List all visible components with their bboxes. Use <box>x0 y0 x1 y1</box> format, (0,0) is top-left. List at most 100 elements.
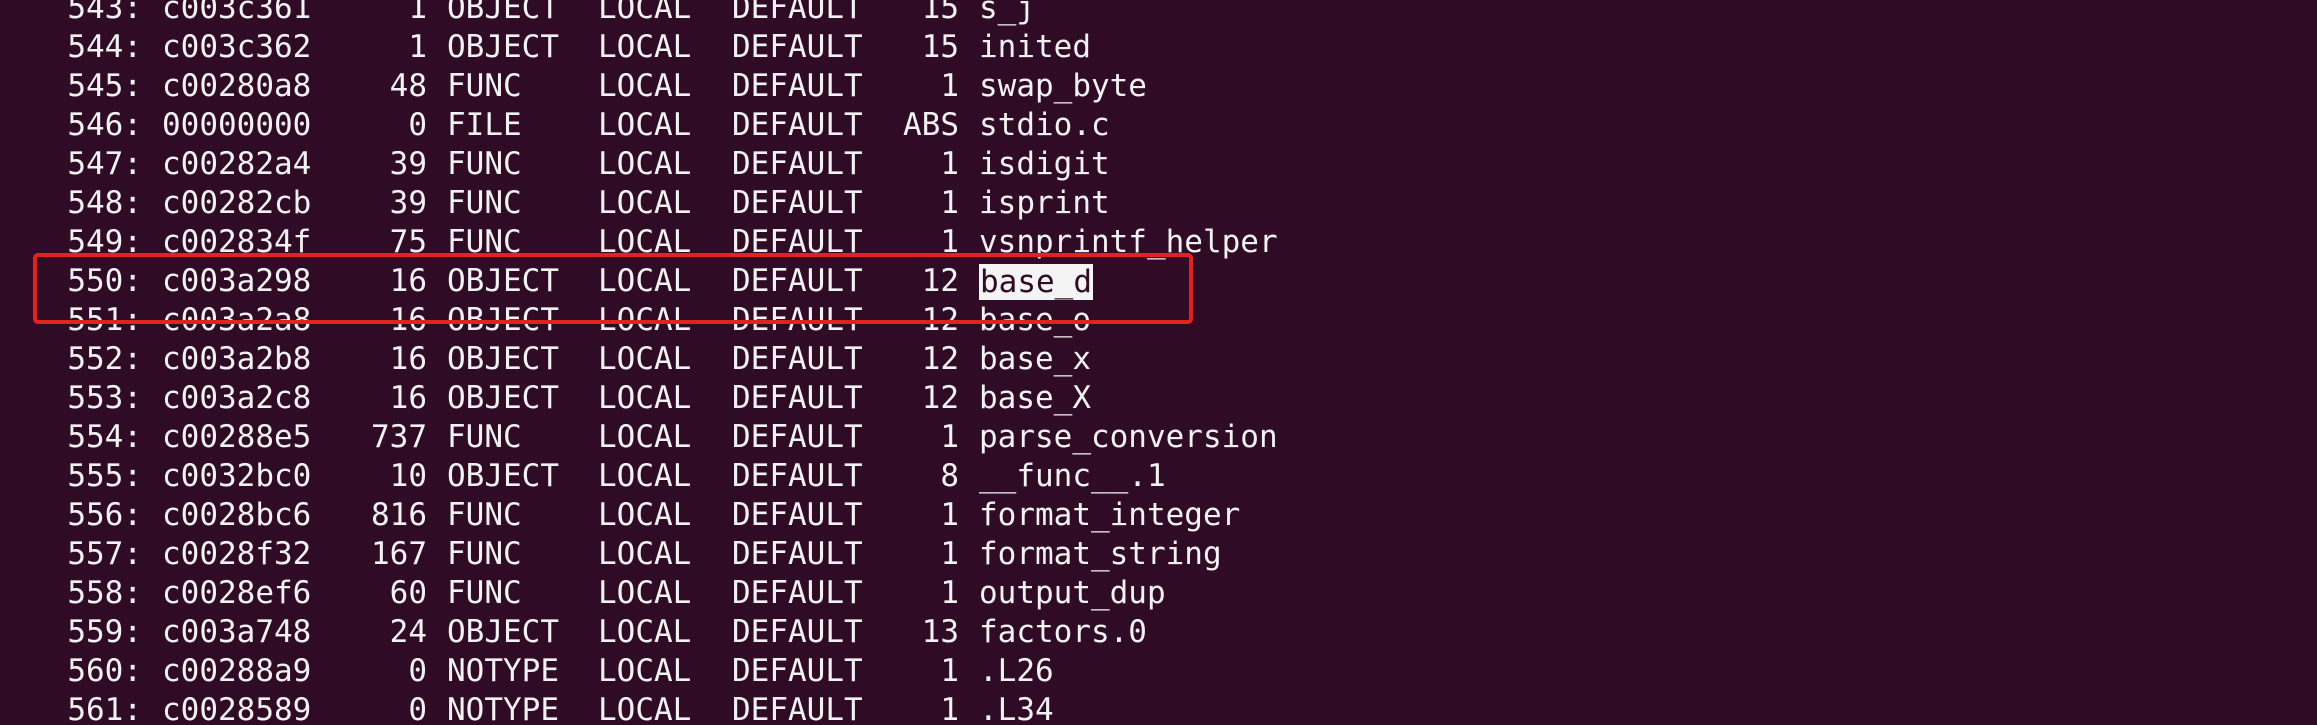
symbol-visibility: DEFAULT <box>732 68 863 104</box>
symbol-size: 1 <box>408 29 427 65</box>
symbol-section-index: 1 <box>940 692 959 725</box>
symbol-type: FUNC <box>447 224 522 260</box>
symbol-section-index: ABS <box>903 107 959 143</box>
symbol-name[interactable]: format_string <box>979 535 1222 574</box>
symbol-bind: LOCAL <box>598 263 692 299</box>
terminal-window[interactable]: 543: c003c361 1 OBJECT LOCAL DEFAULT 15 s_j 544:… <box>0 0 2317 725</box>
symbol-value: c00282a4 <box>162 146 312 182</box>
symbol-index: 556: <box>67 497 142 533</box>
symbol-section-index: 1 <box>940 68 959 104</box>
symbol-index: 558: <box>67 575 142 611</box>
symbol-type: OBJECT <box>447 614 559 650</box>
symbol-section-index: 15 <box>921 29 959 65</box>
selected-symbol-name[interactable]: base_d <box>979 264 1093 300</box>
symbol-visibility: DEFAULT <box>732 29 863 65</box>
symbol-name[interactable]: stdio.c <box>979 106 1110 145</box>
symbol-value: c003c361 <box>162 0 312 26</box>
symbol-type: FUNC <box>447 536 522 572</box>
symbol-value: c00282cb <box>162 185 312 221</box>
symbol-name[interactable]: inited <box>979 28 1091 67</box>
symbol-name[interactable]: isdigit <box>979 145 1110 184</box>
symbol-visibility: DEFAULT <box>732 263 863 299</box>
symbol-visibility: DEFAULT <box>732 185 863 221</box>
symbol-size: 1 <box>408 0 427 26</box>
symbol-bind: LOCAL <box>598 302 692 338</box>
symbol-name[interactable]: output_dup <box>979 574 1166 613</box>
symbol-visibility: DEFAULT <box>732 614 863 650</box>
symbol-section-index: 12 <box>921 302 959 338</box>
symbol-section-index: 1 <box>940 146 959 182</box>
symbol-bind: LOCAL <box>598 29 692 65</box>
symbol-index: 557: <box>67 536 142 572</box>
symbol-size: 75 <box>389 224 427 260</box>
symbol-name[interactable]: .L34 <box>979 691 1054 725</box>
symbol-name[interactable]: vsnprintf_helper <box>979 223 1278 262</box>
symbol-visibility: DEFAULT <box>732 0 863 26</box>
symbol-size: 10 <box>389 458 427 494</box>
symbol-name[interactable]: parse_conversion <box>979 418 1278 457</box>
symbol-section-index: 1 <box>940 419 959 455</box>
symbol-type: FUNC <box>447 497 522 533</box>
symbol-type: OBJECT <box>447 0 559 26</box>
symbol-size: 816 <box>371 497 427 533</box>
symbol-bind: LOCAL <box>598 341 692 377</box>
symbol-size: 16 <box>389 341 427 377</box>
symbol-name[interactable]: isprint <box>979 184 1110 223</box>
symbol-bind: LOCAL <box>598 692 692 725</box>
symbol-index: 553: <box>67 380 142 416</box>
symbol-bind: LOCAL <box>598 653 692 689</box>
symbol-value: c0028bc6 <box>162 497 312 533</box>
symbol-value: c003a2a8 <box>162 302 312 338</box>
symbol-index: 550: <box>67 263 142 299</box>
symbol-bind: LOCAL <box>598 419 692 455</box>
symbol-type: FUNC <box>447 419 522 455</box>
symbol-bind: LOCAL <box>598 0 692 26</box>
symbol-bind: LOCAL <box>598 146 692 182</box>
symbol-index: 560: <box>67 653 142 689</box>
symbol-size: 16 <box>389 380 427 416</box>
symbol-name[interactable]: format_integer <box>979 496 1240 535</box>
symbol-value: c00288e5 <box>162 419 312 455</box>
symbol-size: 0 <box>408 107 427 143</box>
symbol-section-index: 12 <box>921 263 959 299</box>
symbol-bind: LOCAL <box>598 458 692 494</box>
symbol-name[interactable]: base_o <box>979 301 1091 340</box>
symbol-type: NOTYPE <box>447 653 559 689</box>
symbol-visibility: DEFAULT <box>732 380 863 416</box>
symbol-size: 737 <box>371 419 427 455</box>
symbol-index: 555: <box>67 458 142 494</box>
symbol-type: FUNC <box>447 146 522 182</box>
symbol-size: 48 <box>389 68 427 104</box>
symbol-visibility: DEFAULT <box>732 458 863 494</box>
symbol-value: c003a2c8 <box>162 380 312 416</box>
symbol-index: 547: <box>67 146 142 182</box>
symbol-type: OBJECT <box>447 458 559 494</box>
symbol-bind: LOCAL <box>598 536 692 572</box>
symbol-name[interactable]: factors.0 <box>979 613 1147 652</box>
symbol-index: 551: <box>67 302 142 338</box>
symbol-name[interactable]: swap_byte <box>979 67 1147 106</box>
symbol-name[interactable]: base_x <box>979 340 1091 379</box>
symbol-size: 16 <box>389 263 427 299</box>
symbol-visibility: DEFAULT <box>732 224 863 260</box>
symbol-value: c0028589 <box>162 692 312 725</box>
symbol-section-index: 13 <box>921 614 959 650</box>
symbol-value: c002834f <box>162 224 312 260</box>
symbol-size: 16 <box>389 302 427 338</box>
symbol-visibility: DEFAULT <box>732 341 863 377</box>
symbol-name[interactable]: __func__.1 <box>979 457 1166 496</box>
symbol-value: c003a748 <box>162 614 312 650</box>
symbol-bind: LOCAL <box>598 380 692 416</box>
symbol-visibility: DEFAULT <box>732 146 863 182</box>
symbol-bind: LOCAL <box>598 224 692 260</box>
symbol-size: 0 <box>408 692 427 725</box>
symbol-section-index: 8 <box>940 458 959 494</box>
symbol-name[interactable]: base_X <box>979 379 1091 418</box>
symbol-visibility: DEFAULT <box>732 497 863 533</box>
symbol-name[interactable]: .L26 <box>979 652 1054 691</box>
symbol-visibility: DEFAULT <box>732 302 863 338</box>
symbol-section-index: 1 <box>940 185 959 221</box>
symbol-value: c003a298 <box>162 263 312 299</box>
symbol-name[interactable]: s_j <box>979 0 1035 28</box>
symbol-type: OBJECT <box>447 380 559 416</box>
